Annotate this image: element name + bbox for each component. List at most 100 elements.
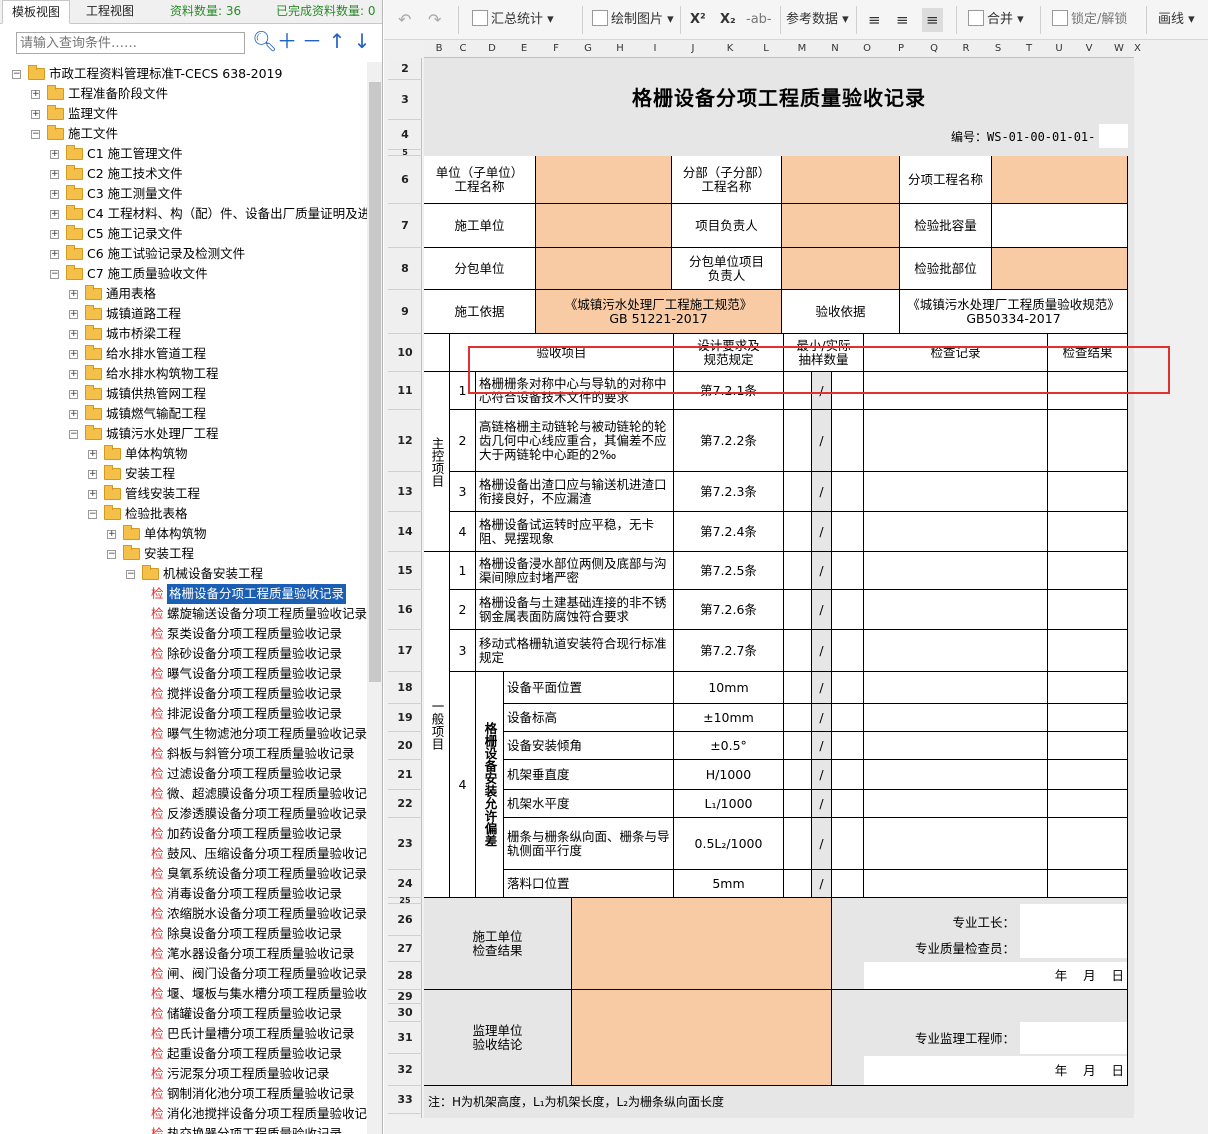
record-input[interactable] [864,704,1048,732]
column-header[interactable]: M [784,40,820,58]
row-header[interactable]: 32 [388,1054,422,1086]
tree-node[interactable]: 检斜板与斜管分项工程质量验收记录 [0,744,367,764]
column-header[interactable]: H [604,40,636,58]
subscript-button[interactable]: X₂ [720,8,736,32]
tree-node[interactable]: 检过滤设备分项工程质量验收记录 [0,764,367,784]
tree-node[interactable]: 检搅拌设备分项工程质量验收记录 [0,684,367,704]
row-header[interactable]: 19 [388,704,422,732]
sign-input[interactable] [1020,904,1127,958]
column-header[interactable]: I [636,40,674,58]
search-input[interactable] [16,32,245,54]
row-header[interactable]: 22 [388,790,422,818]
result-input[interactable] [1048,818,1128,870]
lock-button[interactable]: 锁定/解锁 [1052,8,1127,32]
actual-input[interactable] [832,512,864,552]
tree-node[interactable]: + 管线安装工程 [0,484,367,504]
tree-node[interactable]: − 安装工程 [0,544,367,564]
tree-node[interactable]: 检钢制消化池分项工程质量验收记录 [0,1084,367,1104]
expand-icon[interactable]: + [69,410,78,419]
min-input[interactable] [784,630,812,672]
result-input[interactable] [1048,672,1128,704]
tree-node[interactable]: 检微、超滤膜设备分项工程质量验收记录 [0,784,367,804]
tree-node[interactable]: 检排泥设备分项工程质量验收记录 [0,704,367,724]
column-header[interactable]: D [476,40,508,58]
column-header[interactable]: O [850,40,884,58]
row-header[interactable]: 14 [388,512,422,552]
column-header[interactable]: C [450,40,476,58]
move-up-icon[interactable]: ↑ [326,30,348,54]
column-header[interactable]: V [1074,40,1104,58]
tree-node[interactable]: 检螺旋输送设备分项工程质量验收记录 [0,604,367,624]
tree-node[interactable]: 检格栅设备分项工程质量验收记录 [0,584,367,604]
result-input[interactable] [1048,790,1128,818]
date-field[interactable]: 年 月 日 [864,962,1127,989]
result-input[interactable] [1048,552,1128,590]
actual-input[interactable] [832,372,864,410]
column-header[interactable]: L [748,40,784,58]
result-input[interactable] [1048,630,1128,672]
column-header[interactable]: S [982,40,1014,58]
tree-node[interactable]: 检消化池搅拌设备分项工程质量验收记录 [0,1104,367,1124]
tree-node[interactable]: 检加药设备分项工程质量验收记录 [0,824,367,844]
tab-template-view[interactable]: 模板视图 [2,0,70,24]
tree-node[interactable]: 检热交换器分项工程质量验收记录 [0,1124,367,1134]
tree-node[interactable]: 检反渗透膜设备分项工程质量验收记录 [0,804,367,824]
record-input[interactable] [864,732,1048,760]
tree-node[interactable]: 检臭氧系统设备分项工程质量验收记录 [0,864,367,884]
min-input[interactable] [784,870,812,898]
row-header[interactable]: 29 [388,990,422,1004]
form-input[interactable] [536,156,672,204]
expand-icon[interactable]: + [88,450,97,459]
accept-value[interactable]: 《城镇污水处理厂工程质量验收规范》 GB50334-2017 [900,290,1128,334]
row-header[interactable]: 4 [388,120,422,150]
actual-input[interactable] [832,590,864,630]
actual-input[interactable] [832,472,864,512]
row-header[interactable]: 30 [388,1004,422,1022]
row-header[interactable]: 10 [388,334,422,372]
min-input[interactable] [784,472,812,512]
row-header[interactable]: 26 [388,904,422,936]
column-header[interactable]: F [540,40,572,58]
row-header[interactable]: 7 [388,204,422,248]
tree-node[interactable]: + C2 施工技术文件 [0,164,367,184]
column-header[interactable]: G [572,40,604,58]
tree-node[interactable]: 检储罐设备分项工程质量验收记录 [0,1004,367,1024]
result-input[interactable] [1048,760,1128,790]
expand-icon[interactable]: + [50,190,59,199]
add-icon[interactable]: ＋ [276,30,298,54]
draw-line-button[interactable]: 画线 ▾ [1158,8,1195,32]
tree-node[interactable]: + 城镇燃气输配工程 [0,404,367,424]
tree-node[interactable]: + C5 施工记录文件 [0,224,367,244]
tree-node[interactable]: 检泵类设备分项工程质量验收记录 [0,624,367,644]
row-header[interactable]: 9 [388,290,422,334]
result-input[interactable] [1048,704,1128,732]
expand-icon[interactable]: + [50,150,59,159]
tab-project-view[interactable]: 工程视图 [74,0,146,24]
row-header[interactable]: 3 [388,80,422,120]
column-header[interactable]: N [820,40,850,58]
expand-icon[interactable]: + [69,370,78,379]
tree-node[interactable]: + C1 施工管理文件 [0,144,367,164]
row-header[interactable]: 8 [388,248,422,290]
record-input[interactable] [864,410,1048,472]
redo-icon[interactable]: ↷ [428,8,441,32]
column-header[interactable]: K [712,40,748,58]
tree-scrollbar[interactable] [367,62,382,1134]
tree-node[interactable]: 检巴氏计量槽分项工程质量验收记录 [0,1024,367,1044]
column-header[interactable]: P [884,40,918,58]
expand-icon[interactable]: + [50,170,59,179]
basis-value[interactable]: 《城镇污水处理厂工程施工规范》 GB 51221-2017 [536,290,782,334]
collapse-icon[interactable]: − [69,430,78,439]
row-header[interactable]: 11 [388,372,422,410]
search-icon[interactable]: 🔍︎ [252,30,277,54]
min-input[interactable] [784,704,812,732]
actual-input[interactable] [832,552,864,590]
actual-input[interactable] [832,870,864,898]
min-input[interactable] [784,512,812,552]
row-header[interactable]: 18 [388,672,422,704]
scrollbar-thumb[interactable] [369,82,381,682]
expand-icon[interactable]: + [69,350,78,359]
min-input[interactable] [784,672,812,704]
form-input[interactable] [992,248,1128,290]
expand-icon[interactable]: + [31,110,40,119]
